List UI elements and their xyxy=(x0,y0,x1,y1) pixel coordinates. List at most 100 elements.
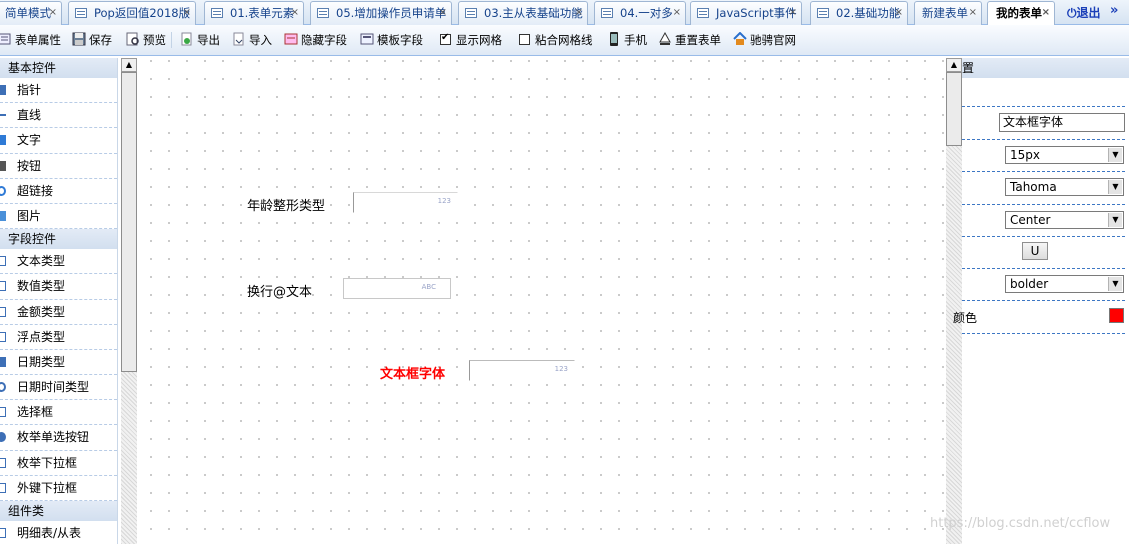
props-row-underline: U xyxy=(962,237,1125,269)
tab-operator-application[interactable]: 05.增加操作员申请单 × xyxy=(310,1,452,25)
palette-item-label: 浮点类型 xyxy=(17,329,66,344)
properties-panel: 置 文本框字体 15px ▼ Tahoma ▼ Center ▼ U bolde… xyxy=(953,58,1129,544)
font-family-select[interactable]: Tahoma ▼ xyxy=(1005,178,1124,196)
close-icon[interactable]: × xyxy=(291,2,299,24)
close-icon[interactable]: × xyxy=(49,2,57,24)
snap-grid-checkbox[interactable]: 粘合网格线 xyxy=(519,31,593,49)
palette-item-enum-radio[interactable]: 枚举单选按钮 xyxy=(0,425,117,451)
palette-item-label: 文本类型 xyxy=(17,254,66,269)
more-tabs-button[interactable]: » xyxy=(1110,3,1118,18)
palette-item-float-type[interactable]: 浮点类型 xyxy=(0,325,117,350)
scroll-up-icon[interactable]: ▲ xyxy=(946,58,962,72)
palette-item-label: 外键下拉框 xyxy=(17,480,78,495)
props-scrollbar[interactable]: ▲ xyxy=(946,58,962,544)
palette-item-money-type[interactable]: 金额类型 xyxy=(0,300,117,325)
close-icon[interactable]: × xyxy=(895,2,903,24)
tab-label: 01.表单元素 xyxy=(230,6,295,20)
palette-item-detail-table[interactable]: 明细表/从表 xyxy=(0,521,117,544)
scrollbar-thumb[interactable] xyxy=(121,72,137,372)
close-icon[interactable]: × xyxy=(575,2,583,24)
palette-item-text[interactable]: 文字 xyxy=(0,128,117,154)
font-weight-select[interactable]: bolder ▼ xyxy=(1005,275,1124,293)
align-value: Center xyxy=(1010,213,1051,227)
save-button[interactable]: 保存 xyxy=(72,31,112,49)
close-icon[interactable]: × xyxy=(1042,2,1050,24)
palette-section-fields: 字段控件 xyxy=(0,229,117,250)
checkbox-icon xyxy=(0,407,6,418)
close-icon[interactable]: × xyxy=(183,2,191,24)
underline-button[interactable]: U xyxy=(1022,242,1048,260)
palette-item-checkbox[interactable]: 选择框 xyxy=(0,400,117,426)
palette-item-date-type[interactable]: 日期类型 xyxy=(0,350,117,376)
tab-label: 新建表单 xyxy=(922,6,968,20)
form-props-button[interactable]: 表单属性 xyxy=(0,31,61,49)
color-swatch[interactable] xyxy=(1109,308,1124,323)
field-label-font[interactable]: 文本框字体 xyxy=(380,363,445,382)
field-label-age[interactable]: 年龄整形类型 xyxy=(247,195,325,214)
tab-new-form[interactable]: 新建表单 × xyxy=(914,1,982,25)
tab-pop-return[interactable]: Pop返回值2018版 × xyxy=(68,1,196,25)
palette-item-button[interactable]: 按钮 xyxy=(0,154,117,179)
palette-item-line[interactable]: 直线 xyxy=(0,103,117,129)
align-select[interactable]: Center ▼ xyxy=(1005,211,1124,229)
clock-icon xyxy=(0,382,6,393)
show-grid-checkbox[interactable]: 显示网格 xyxy=(440,31,502,49)
palette-item-hyperlink[interactable]: 超链接 xyxy=(0,179,117,204)
mobile-button[interactable]: 手机 xyxy=(607,31,647,49)
props-row-blank xyxy=(962,78,1125,107)
official-site-link[interactable]: 驰骋官网 xyxy=(733,31,796,49)
import-label: 导入 xyxy=(249,33,272,47)
palette-item-enum-dropdown[interactable]: 枚举下拉框 xyxy=(0,451,117,476)
palette-item-label: 枚举下拉框 xyxy=(17,455,78,470)
tab-one-to-many[interactable]: 04.一对多 × xyxy=(594,1,686,25)
close-icon[interactable]: × xyxy=(439,2,447,24)
field-input-wrap-text[interactable]: ABC xyxy=(343,278,451,299)
tab-form-elements[interactable]: 01.表单元素 × xyxy=(204,1,304,25)
close-icon[interactable]: × xyxy=(673,2,681,24)
dropdown-icon xyxy=(0,457,6,468)
palette-item-text-type[interactable]: 文本类型 xyxy=(0,249,117,275)
money-icon xyxy=(0,306,6,317)
palette-item-image[interactable]: 图片 xyxy=(0,204,117,230)
field-label-wrap-text[interactable]: 换行@文本 xyxy=(247,281,312,300)
palette-scrollbar[interactable]: ▲ xyxy=(121,58,137,544)
radio-icon xyxy=(0,432,6,443)
toolbar: 表单属性 保存 预览 导出 导入 隐藏字段 模板字段 显示网格 粘合网格线 手机… xyxy=(0,25,1129,56)
logout-button[interactable]: ⏻退出 xyxy=(1067,4,1101,21)
tab-basic-functions[interactable]: 02.基础功能 × xyxy=(810,1,908,25)
tab-javascript-events[interactable]: JavaScript事件 × xyxy=(690,1,802,25)
tab-label: 02.基础功能 xyxy=(836,6,901,20)
official-site-label: 驰骋官网 xyxy=(750,33,796,47)
field-input-age[interactable]: 123 xyxy=(353,192,458,213)
palette-item-datetime-type[interactable]: 日期时间类型 xyxy=(0,375,117,401)
palette-item-pointer[interactable]: 指针 xyxy=(0,78,117,104)
close-icon[interactable]: × xyxy=(789,2,797,24)
tab-label: 04.一对多 xyxy=(620,6,673,20)
export-button[interactable]: 导出 xyxy=(180,31,220,49)
tab-my-form[interactable]: 我的表单 × xyxy=(987,1,1055,25)
hide-field-button[interactable]: 隐藏字段 xyxy=(284,31,347,49)
design-canvas[interactable]: 年龄整形类型 123 换行@文本 ABC 文本框字体 123 xyxy=(137,58,945,544)
scrollbar-thumb[interactable] xyxy=(946,72,962,146)
hide-field-label: 隐藏字段 xyxy=(301,33,347,47)
palette-item-fk-dropdown[interactable]: 外键下拉框 xyxy=(0,476,117,501)
props-row-color: 颜色 xyxy=(953,301,1125,334)
tab-master-detail[interactable]: 03.主从表基础功能 × xyxy=(458,1,588,25)
field-input-font[interactable]: 123 xyxy=(469,360,575,381)
import-button[interactable]: 导入 xyxy=(232,31,272,49)
font-size-select[interactable]: 15px ▼ xyxy=(1005,146,1124,164)
template-field-button[interactable]: 模板字段 xyxy=(360,31,423,49)
close-icon[interactable]: × xyxy=(969,2,977,24)
scroll-up-icon[interactable]: ▲ xyxy=(121,58,137,72)
tab-label: 简单模式 xyxy=(5,6,51,20)
palette-item-number-type[interactable]: 数值类型 xyxy=(0,274,117,300)
palette-item-label: 直线 xyxy=(17,108,42,123)
line-icon xyxy=(0,114,6,117)
reset-form-button[interactable]: 重置表单 xyxy=(658,31,721,49)
name-input[interactable]: 文本框字体 xyxy=(999,113,1125,132)
save-label: 保存 xyxy=(89,33,112,47)
power-icon: ⏻ xyxy=(1067,6,1077,20)
tab-simple-mode[interactable]: 简单模式 × xyxy=(0,1,62,25)
form-icon xyxy=(817,8,829,18)
preview-button[interactable]: 预览 xyxy=(126,31,166,49)
